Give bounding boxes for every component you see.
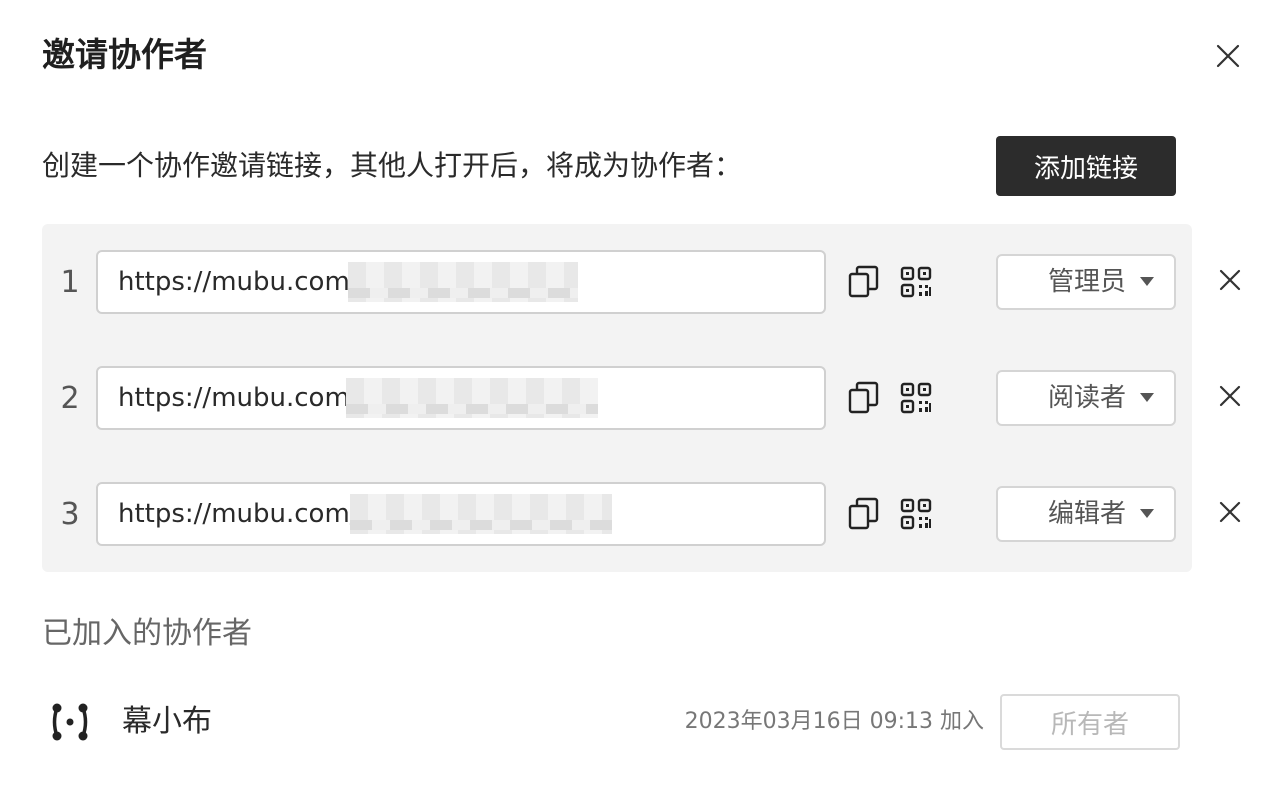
caret-down-icon [1140, 393, 1154, 402]
invite-link-field[interactable]: https://mubu.com/ [96, 482, 826, 546]
caret-down-icon [1140, 509, 1154, 518]
invite-collaborators-dialog: 邀请协作者 创建一个协作邀请链接，其他人打开后，将成为协作者： 添加链接 1 h… [0, 0, 1282, 802]
joined-collaborators-title: 已加入的协作者 [42, 616, 252, 651]
role-label: 管理员 [1047, 267, 1126, 297]
close-icon[interactable] [1212, 262, 1248, 298]
role-select[interactable]: 阅读者 [996, 370, 1176, 426]
invite-description: 创建一个协作邀请链接，其他人打开后，将成为协作者： [42, 149, 743, 182]
invite-links-panel: 1 https://mubu.com/ 管理员 2 https://mubu.c… [42, 224, 1241, 572]
link-url-text: https://mubu.com/ [118, 267, 359, 297]
dialog-title: 邀请协作者 [42, 35, 207, 74]
link-index: 3 [60, 496, 80, 532]
redacted-link-path [348, 262, 578, 302]
close-icon[interactable] [1208, 36, 1248, 76]
invite-link-row: 1 https://mubu.com/ 管理员 [42, 250, 1282, 314]
link-url-text: https://mubu.com [118, 383, 350, 413]
member-joined-time: 2023年03月16日 09:13 加入 [684, 709, 984, 734]
member-name: 幕小布 [122, 704, 212, 739]
role-select[interactable]: 管理员 [996, 254, 1176, 310]
copy-icon[interactable] [846, 380, 882, 416]
add-link-button[interactable]: 添加链接 [996, 136, 1176, 196]
qrcode-icon[interactable] [898, 264, 934, 300]
qrcode-icon[interactable] [898, 380, 934, 416]
role-label: 阅读者 [1047, 383, 1126, 413]
link-index: 2 [60, 380, 80, 416]
invite-link-row: 3 https://mubu.com/ 编辑者 [42, 482, 1282, 546]
copy-icon[interactable] [846, 496, 882, 532]
link-url-text: https://mubu.com/ [118, 499, 359, 529]
redacted-link-path [346, 378, 598, 418]
invite-link-field[interactable]: https://mubu.com/ [96, 250, 826, 314]
redacted-link-path [350, 494, 612, 534]
invite-link-row: 2 https://mubu.com 阅读者 [42, 366, 1282, 430]
close-icon[interactable] [1212, 494, 1248, 530]
qrcode-icon[interactable] [898, 496, 934, 532]
mubu-logo-icon [48, 702, 92, 742]
role-select[interactable]: 编辑者 [996, 486, 1176, 542]
member-role-owner: 所有者 [1000, 694, 1180, 750]
copy-icon[interactable] [846, 264, 882, 300]
invite-link-field[interactable]: https://mubu.com [96, 366, 826, 430]
link-index: 1 [60, 264, 80, 300]
caret-down-icon [1140, 277, 1154, 286]
close-icon[interactable] [1212, 378, 1248, 414]
role-label: 编辑者 [1047, 499, 1126, 529]
